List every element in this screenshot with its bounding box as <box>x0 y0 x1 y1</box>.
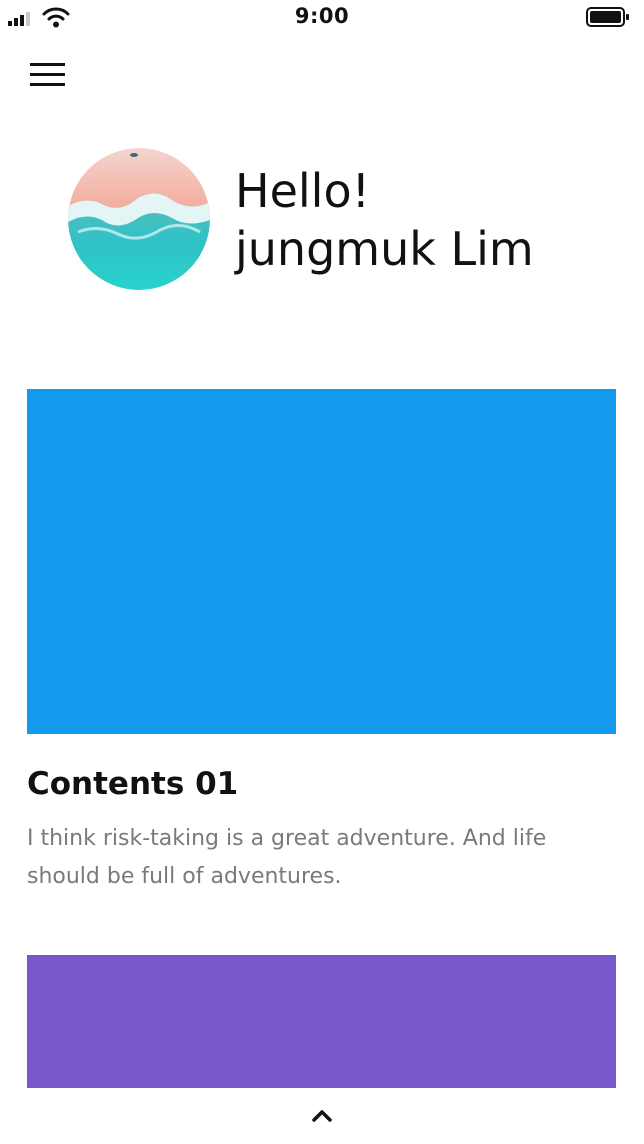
user-name: jungmuk Lim <box>235 222 534 276</box>
status-time: 9:00 <box>294 4 350 28</box>
content-01-description: I think risk-taking is a great adventure… <box>27 826 547 889</box>
avatar[interactable] <box>68 148 210 290</box>
greeting: Hello! jungmuk Lim <box>235 162 534 278</box>
content-01-title[interactable]: Contents 01 <box>27 766 238 802</box>
status-bar: 9:00 <box>0 0 644 36</box>
content-01-image[interactable] <box>27 389 616 734</box>
scroll-top-button[interactable] <box>306 1100 338 1128</box>
menu-button[interactable] <box>28 58 68 92</box>
chevron-up-icon <box>312 1110 332 1122</box>
content-02-image[interactable] <box>27 955 616 1088</box>
hamburger-menu-icon <box>30 63 65 86</box>
greeting-hello: Hello! <box>235 164 371 218</box>
avatar-beach-image <box>68 148 210 290</box>
battery-icon <box>586 7 629 27</box>
